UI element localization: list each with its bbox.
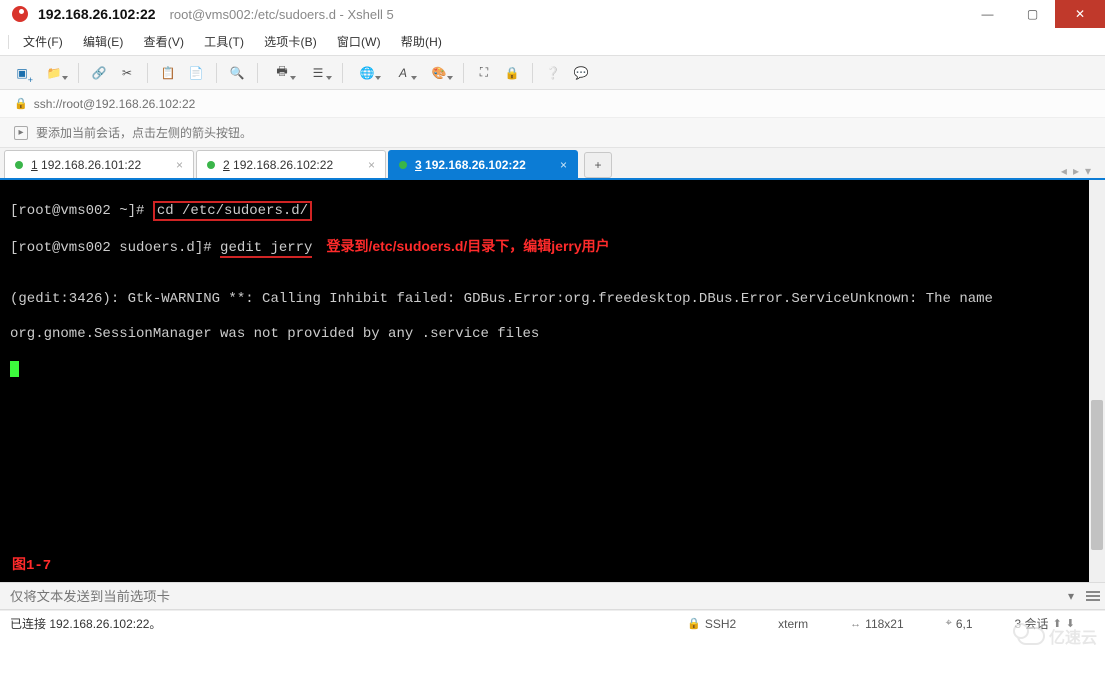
help-icon[interactable]: ❔ bbox=[541, 61, 565, 85]
tab-next-icon[interactable]: ▸ bbox=[1073, 164, 1079, 178]
minimize-button[interactable]: — bbox=[965, 0, 1010, 28]
color-icon[interactable]: 🎨 bbox=[423, 61, 455, 85]
tab-bar: 1 192.168.26.101:22 × 2 192.168.26.102:2… bbox=[0, 148, 1105, 178]
send-input[interactable] bbox=[0, 585, 1061, 607]
status-dot-icon bbox=[399, 161, 407, 169]
status-bar: 已连接 192.168.26.102:22。 🔒SSH2 xterm ↔118x… bbox=[0, 610, 1105, 636]
menu-edit[interactable]: 编辑(E) bbox=[75, 29, 132, 54]
add-tab-button[interactable]: + bbox=[584, 152, 612, 178]
title-path: root@vms002:/etc/sudoers.d - Xshell 5 bbox=[170, 7, 394, 22]
address-bar[interactable]: 🔒 ssh://root@192.168.26.102:22 bbox=[0, 90, 1105, 118]
status-position: ⌖6,1 bbox=[946, 617, 973, 631]
tip-add-icon[interactable]: ▸ bbox=[14, 126, 28, 140]
size-icon: ↔ bbox=[850, 618, 861, 630]
tab-label: 2 192.168.26.102:22 bbox=[223, 158, 333, 172]
tab-list-icon[interactable]: ▾ bbox=[1085, 164, 1091, 178]
menu-view[interactable]: 查看(V) bbox=[136, 29, 193, 54]
cursor-icon: ⌖ bbox=[946, 617, 952, 630]
copy-icon[interactable]: 📋 bbox=[156, 61, 180, 85]
chat-icon[interactable]: 💬 bbox=[569, 61, 593, 85]
status-connection: 已连接 192.168.26.102:22。 bbox=[10, 615, 161, 632]
menubar: 文件(F) 编辑(E) 查看(V) 工具(T) 选项卡(B) 窗口(W) 帮助(… bbox=[0, 28, 1105, 56]
menu-tool[interactable]: 工具(T) bbox=[196, 29, 252, 54]
terminal-cursor bbox=[10, 361, 19, 377]
close-tab-icon[interactable]: × bbox=[176, 158, 183, 172]
cloud-icon bbox=[1017, 627, 1045, 645]
search-icon[interactable]: 🔍 bbox=[225, 61, 249, 85]
toolbar: ▣+ 📁 🔗 ✂ 📋 📄 🔍 🖶 ☰ 🌐 A 🎨 ⛶ 🔒 ❔ 💬 bbox=[0, 56, 1105, 90]
prop-icon[interactable]: ☰ bbox=[302, 61, 334, 85]
status-ssh: 🔒SSH2 bbox=[687, 617, 736, 631]
disconnect-icon[interactable]: ✂ bbox=[115, 61, 139, 85]
close-button[interactable]: ✕ bbox=[1055, 0, 1105, 28]
print-icon[interactable]: 🖶 bbox=[266, 61, 298, 85]
status-term: xterm bbox=[778, 617, 808, 631]
status-dot-icon bbox=[15, 161, 23, 169]
titlebar: 192.168.26.102:22 root@vms002:/etc/sudoe… bbox=[0, 0, 1105, 28]
reconnect-icon[interactable]: 🔗 bbox=[87, 61, 111, 85]
fullscreen-icon[interactable]: ⛶ bbox=[472, 61, 496, 85]
figure-label: 图1-7 bbox=[12, 554, 51, 574]
app-icon bbox=[12, 6, 28, 22]
tab-session-3[interactable]: 3 192.168.26.102:22 × bbox=[388, 150, 578, 178]
menu-window[interactable]: 窗口(W) bbox=[329, 29, 389, 54]
tab-session-1[interactable]: 1 192.168.26.101:22 × bbox=[4, 150, 194, 178]
tab-label: 3 192.168.26.102:22 bbox=[415, 158, 526, 172]
ssh-lock-icon: 🔒 bbox=[14, 97, 28, 110]
tip-text: 要添加当前会话，点击左侧的箭头按钮。 bbox=[36, 124, 252, 141]
send-bar: ▾ bbox=[0, 582, 1105, 610]
status-size: ↔118x21 bbox=[850, 617, 903, 631]
title-host: 192.168.26.102:22 bbox=[38, 6, 156, 22]
watermark: 亿速云 bbox=[1017, 620, 1097, 652]
status-dot-icon bbox=[207, 161, 215, 169]
menu-file[interactable]: 文件(F) bbox=[15, 29, 71, 54]
maximize-button[interactable]: ▢ bbox=[1010, 0, 1055, 28]
lock-icon: 🔒 bbox=[687, 617, 701, 630]
close-tab-icon[interactable]: × bbox=[368, 158, 375, 172]
close-tab-icon[interactable]: × bbox=[560, 158, 567, 172]
lock-icon[interactable]: 🔒 bbox=[500, 61, 524, 85]
new-session-icon[interactable]: ▣+ bbox=[10, 61, 34, 85]
tab-label: 1 192.168.26.101:22 bbox=[31, 158, 141, 172]
tip-bar: ▸ 要添加当前会话，点击左侧的箭头按钮。 bbox=[0, 118, 1105, 148]
paste-icon[interactable]: 📄 bbox=[184, 61, 208, 85]
scrollbar-thumb[interactable] bbox=[1091, 400, 1103, 550]
address-text: ssh://root@192.168.26.102:22 bbox=[34, 97, 196, 111]
open-folder-icon[interactable]: 📁 bbox=[38, 61, 70, 85]
terminal-scrollbar[interactable] bbox=[1089, 180, 1105, 582]
send-menu-icon[interactable] bbox=[1081, 591, 1105, 601]
tab-prev-icon[interactable]: ◂ bbox=[1061, 164, 1067, 178]
annotation-text: 登录到/etc/sudoers.d/目录下，编辑jerry用户 bbox=[326, 238, 609, 254]
encoding-icon[interactable]: 🌐 bbox=[351, 61, 383, 85]
tab-session-2[interactable]: 2 192.168.26.102:22 × bbox=[196, 150, 386, 178]
menu-help[interactable]: 帮助(H) bbox=[393, 29, 450, 54]
terminal[interactable]: [root@vms002 ~]# cd /etc/sudoers.d/ [roo… bbox=[0, 178, 1105, 582]
send-dropdown-icon[interactable]: ▾ bbox=[1061, 589, 1081, 603]
menu-tab[interactable]: 选项卡(B) bbox=[256, 29, 325, 54]
font-icon[interactable]: A bbox=[387, 61, 419, 85]
